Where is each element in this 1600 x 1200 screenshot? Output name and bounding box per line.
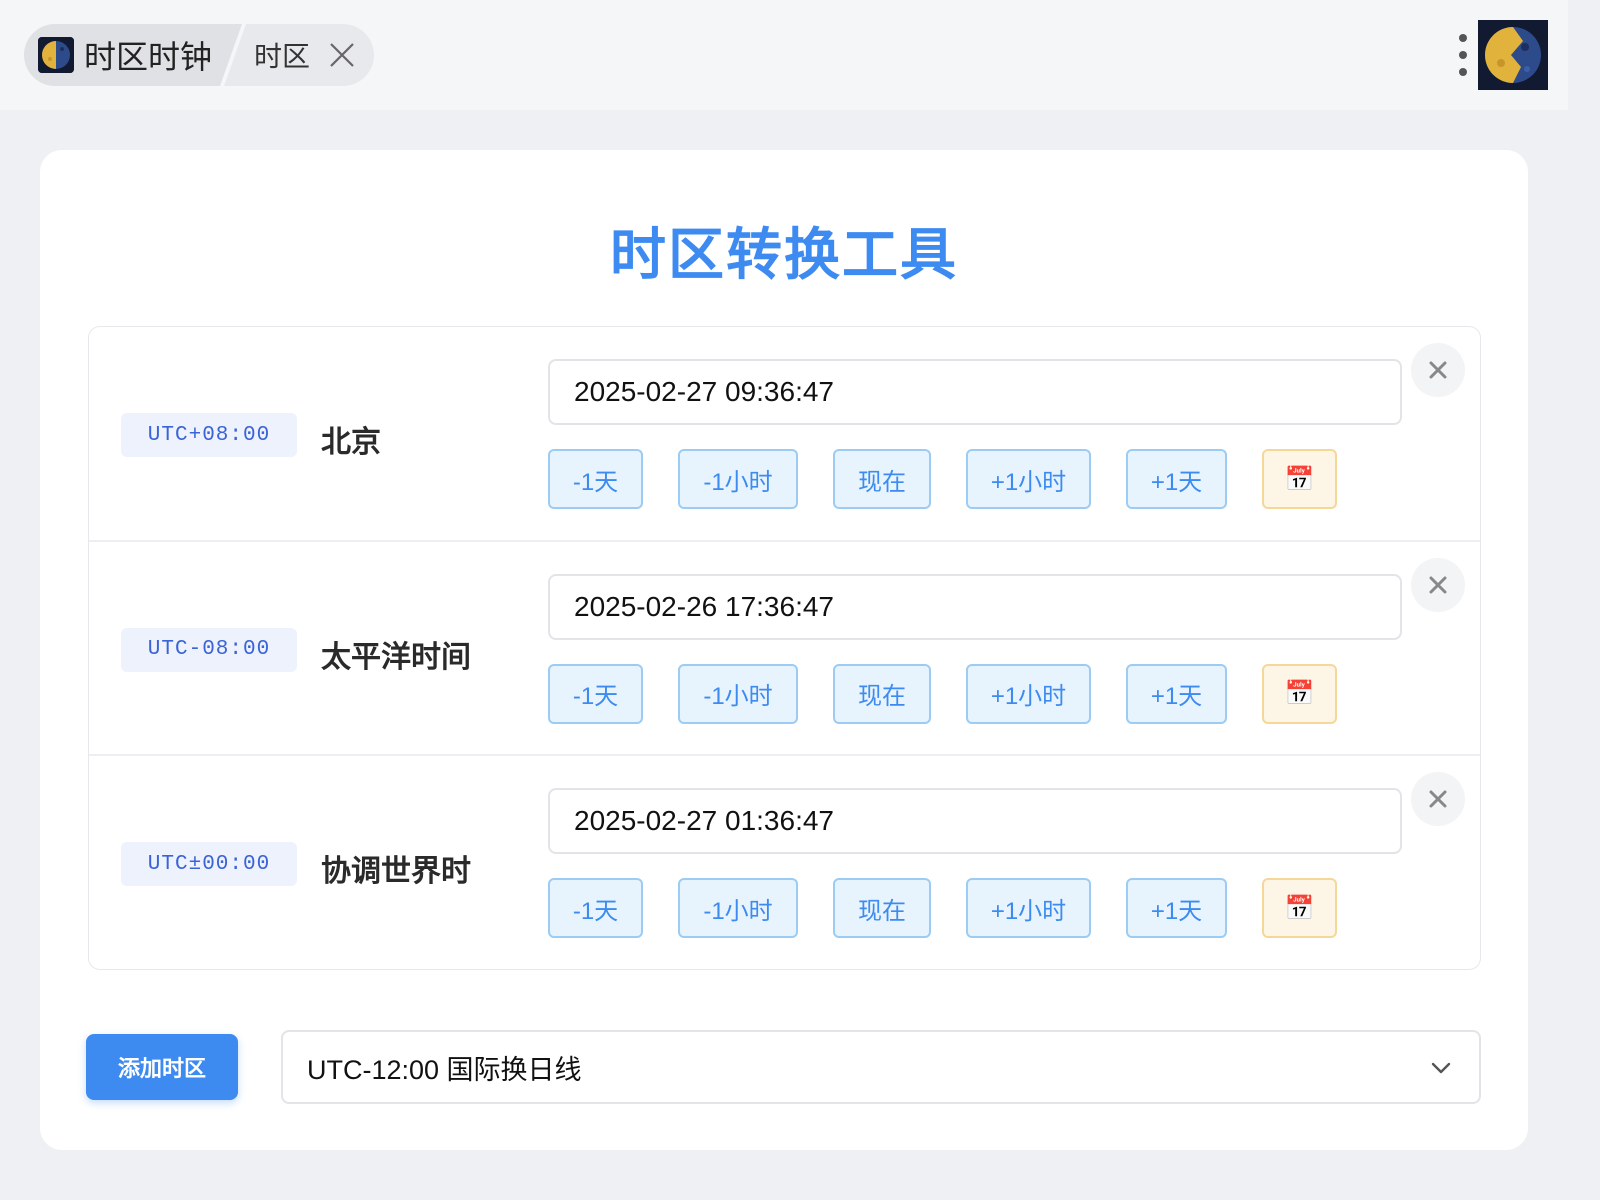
calendar-icon: 📅: [1284, 894, 1315, 922]
plus-day-button[interactable]: +1天: [1126, 449, 1227, 509]
remove-x-icon: [1429, 790, 1447, 808]
minus-day-button[interactable]: -1天: [548, 878, 643, 939]
datetime-input[interactable]: [548, 359, 1402, 425]
main-card: 时区转换工具 UTC+08:00 北京 -1天 -1小时 现在 +1小时 +1天…: [40, 150, 1528, 1150]
utc-offset-badge: UTC±00:00: [121, 842, 297, 887]
calendar-button[interactable]: 📅: [1262, 663, 1337, 724]
timezone-row: UTC+08:00 北京 -1天 -1小时 现在 +1小时 +1天 📅: [89, 327, 1480, 542]
app-tab-title: 时区时钟: [84, 39, 213, 75]
sub-tab-title: 时区: [254, 41, 311, 72]
calendar-icon: 📅: [1284, 680, 1315, 708]
tab-group: 时区时钟 时区: [24, 24, 375, 86]
avatar-moon-icon[interactable]: [1478, 20, 1548, 90]
datetime-input[interactable]: [548, 788, 1402, 855]
title-bar: 时区时钟 时区: [0, 0, 1568, 110]
timezone-list: UTC+08:00 北京 -1天 -1小时 现在 +1小时 +1天 📅 UTC-…: [88, 326, 1481, 970]
plus-day-button[interactable]: +1天: [1126, 878, 1227, 939]
plus-hour-button[interactable]: +1小时: [966, 449, 1091, 509]
calendar-button[interactable]: 📅: [1262, 449, 1337, 509]
chevron-down-icon: [1431, 1062, 1451, 1074]
remove-x-icon: [1429, 361, 1447, 379]
minus-hour-button[interactable]: -1小时: [678, 449, 798, 509]
timezone-select[interactable]: UTC-12:00 国际换日线: [281, 1030, 1481, 1104]
utc-offset-badge: UTC+08:00: [121, 413, 297, 457]
calendar-icon: 📅: [1284, 465, 1315, 493]
minus-hour-button[interactable]: -1小时: [678, 663, 798, 724]
remove-zone-button[interactable]: [1411, 772, 1465, 827]
moon-app-icon: [38, 37, 74, 73]
zone-name: 协调世界时: [321, 855, 471, 889]
now-button[interactable]: 现在: [833, 449, 931, 509]
calendar-button[interactable]: 📅: [1262, 878, 1337, 939]
timezone-row: UTC-08:00 太平洋时间 -1天 -1小时 现在 +1小时 +1天 📅: [89, 542, 1480, 757]
remove-zone-button[interactable]: [1411, 557, 1465, 612]
plus-day-button[interactable]: +1天: [1126, 663, 1227, 724]
close-icon[interactable]: [328, 41, 356, 69]
add-timezone-button[interactable]: 添加时区: [86, 1034, 238, 1100]
minus-day-button[interactable]: -1天: [548, 663, 643, 724]
now-button[interactable]: 现在: [833, 878, 931, 939]
datetime-input[interactable]: [548, 573, 1402, 640]
plus-hour-button[interactable]: +1小时: [966, 878, 1091, 939]
timezone-select-value: UTC-12:00 国际换日线: [307, 1054, 582, 1085]
remove-x-icon: [1429, 576, 1447, 594]
remove-zone-button[interactable]: [1411, 343, 1465, 397]
minus-day-button[interactable]: -1天: [548, 449, 643, 509]
zone-name: 北京: [321, 426, 381, 459]
now-button[interactable]: 现在: [833, 663, 931, 724]
tab-app[interactable]: 时区时钟: [24, 24, 242, 86]
zone-name: 太平洋时间: [321, 640, 471, 674]
tab-timezone[interactable]: 时区: [224, 24, 375, 86]
minus-hour-button[interactable]: -1小时: [678, 878, 798, 939]
kebab-menu-icon[interactable]: [1452, 34, 1474, 76]
timezone-row: UTC±00:00 协调世界时 -1天 -1小时 现在 +1小时 +1天 📅: [89, 756, 1480, 969]
utc-offset-badge: UTC-08:00: [121, 627, 297, 672]
page-title: 时区转换工具: [610, 223, 958, 286]
plus-hour-button[interactable]: +1小时: [966, 663, 1091, 724]
